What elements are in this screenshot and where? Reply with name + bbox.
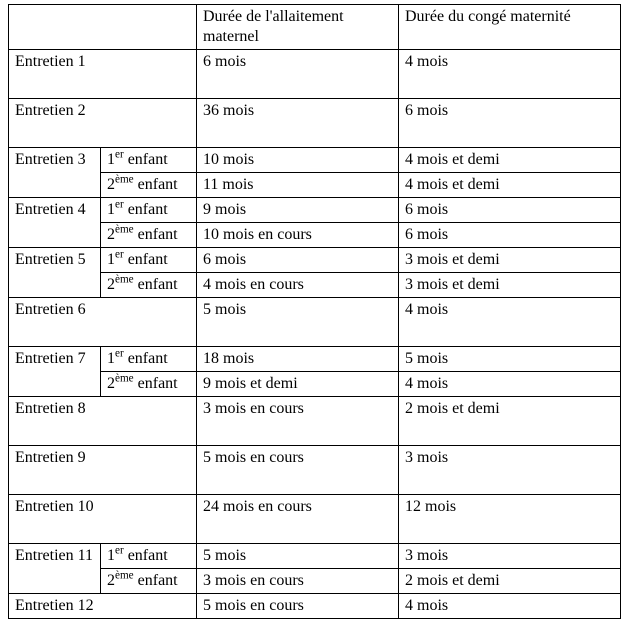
cell-breastfeeding: 5 mois en cours <box>197 446 399 495</box>
data-table: Durée de l'allaitement maternel Durée du… <box>8 4 621 619</box>
interview-label: Entretien 12 <box>9 594 197 619</box>
interview-label: Entretien 7 <box>9 347 101 397</box>
child-label: 2ème enfant <box>101 173 197 198</box>
interview-label: Entretien 2 <box>9 99 197 148</box>
cell-breastfeeding: 10 mois en cours <box>197 223 399 248</box>
cell-leave: 6 mois <box>399 223 621 248</box>
child-label: 2ème enfant <box>101 372 197 397</box>
header-breastfeeding: Durée de l'allaitement maternel <box>197 5 399 50</box>
table-row: Entretien 12 5 mois en cours 4 mois <box>9 594 621 619</box>
cell-leave: 4 mois <box>399 50 621 99</box>
table-row: 2ème enfant 3 mois en cours 2 mois et de… <box>9 569 621 594</box>
cell-breastfeeding: 6 mois <box>197 248 399 273</box>
child-label: 1er enfant <box>101 198 197 223</box>
child-label: 2ème enfant <box>101 569 197 594</box>
interview-label: Entretien 6 <box>9 298 197 347</box>
table-row: Entretien 2 36 mois 6 mois <box>9 99 621 148</box>
cell-leave: 5 mois <box>399 347 621 372</box>
interview-label: Entretien 5 <box>9 248 101 298</box>
child-label: 2ème enfant <box>101 273 197 298</box>
cell-leave: 6 mois <box>399 99 621 148</box>
cell-leave: 4 mois <box>399 372 621 397</box>
table-row: 2ème enfant 9 mois et demi 4 mois <box>9 372 621 397</box>
cell-leave: 4 mois et demi <box>399 148 621 173</box>
table-row: Entretien 6 5 mois 4 mois <box>9 298 621 347</box>
cell-leave: 12 mois <box>399 495 621 544</box>
cell-breastfeeding: 5 mois en cours <box>197 594 399 619</box>
child-label: 1er enfant <box>101 148 197 173</box>
cell-leave: 4 mois et demi <box>399 173 621 198</box>
table-row: Entretien 9 5 mois en cours 3 mois <box>9 446 621 495</box>
table-row: Entretien 5 1er enfant 6 mois 3 mois et … <box>9 248 621 273</box>
table-row: 2ème enfant 10 mois en cours 6 mois <box>9 223 621 248</box>
cell-leave: 2 mois et demi <box>399 569 621 594</box>
cell-breastfeeding: 4 mois en cours <box>197 273 399 298</box>
cell-breastfeeding: 9 mois <box>197 198 399 223</box>
interview-label: Entretien 11 <box>9 544 101 594</box>
table-row: Entretien 11 1er enfant 5 mois 3 mois <box>9 544 621 569</box>
interview-label: Entretien 1 <box>9 50 197 99</box>
table-row: Entretien 1 6 mois 4 mois <box>9 50 621 99</box>
cell-breastfeeding: 9 mois et demi <box>197 372 399 397</box>
cell-leave: 3 mois et demi <box>399 248 621 273</box>
child-label: 1er enfant <box>101 347 197 372</box>
interview-label: Entretien 9 <box>9 446 197 495</box>
table-row: Entretien 4 1er enfant 9 mois 6 mois <box>9 198 621 223</box>
table-row: Entretien 7 1er enfant 18 mois 5 mois <box>9 347 621 372</box>
cell-breastfeeding: 24 mois en cours <box>197 495 399 544</box>
cell-leave: 3 mois et demi <box>399 273 621 298</box>
cell-leave: 2 mois et demi <box>399 397 621 446</box>
table-row: Entretien 10 24 mois en cours 12 mois <box>9 495 621 544</box>
cell-leave: 3 mois <box>399 446 621 495</box>
cell-breastfeeding: 3 mois en cours <box>197 569 399 594</box>
table-row: Entretien 8 3 mois en cours 2 mois et de… <box>9 397 621 446</box>
cell-breastfeeding: 5 mois <box>197 544 399 569</box>
interview-label: Entretien 8 <box>9 397 197 446</box>
interview-label: Entretien 3 <box>9 148 101 198</box>
header-blank <box>9 5 197 50</box>
cell-breastfeeding: 10 mois <box>197 148 399 173</box>
cell-breastfeeding: 18 mois <box>197 347 399 372</box>
cell-breastfeeding: 3 mois en cours <box>197 397 399 446</box>
child-label: 1er enfant <box>101 248 197 273</box>
cell-leave: 4 mois <box>399 298 621 347</box>
table-row: 2ème enfant 4 mois en cours 3 mois et de… <box>9 273 621 298</box>
cell-breastfeeding: 11 mois <box>197 173 399 198</box>
cell-leave: 6 mois <box>399 198 621 223</box>
table-row: 2ème enfant 11 mois 4 mois et demi <box>9 173 621 198</box>
cell-leave: 3 mois <box>399 544 621 569</box>
cell-leave: 4 mois <box>399 594 621 619</box>
table-header-row: Durée de l'allaitement maternel Durée du… <box>9 5 621 50</box>
cell-breastfeeding: 6 mois <box>197 50 399 99</box>
header-leave: Durée du congé maternité <box>399 5 621 50</box>
cell-breastfeeding: 36 mois <box>197 99 399 148</box>
cell-breastfeeding: 5 mois <box>197 298 399 347</box>
table-row: Entretien 3 1er enfant 10 mois 4 mois et… <box>9 148 621 173</box>
child-label: 2ème enfant <box>101 223 197 248</box>
child-label: 1er enfant <box>101 544 197 569</box>
interview-label: Entretien 10 <box>9 495 197 544</box>
interview-label: Entretien 4 <box>9 198 101 248</box>
